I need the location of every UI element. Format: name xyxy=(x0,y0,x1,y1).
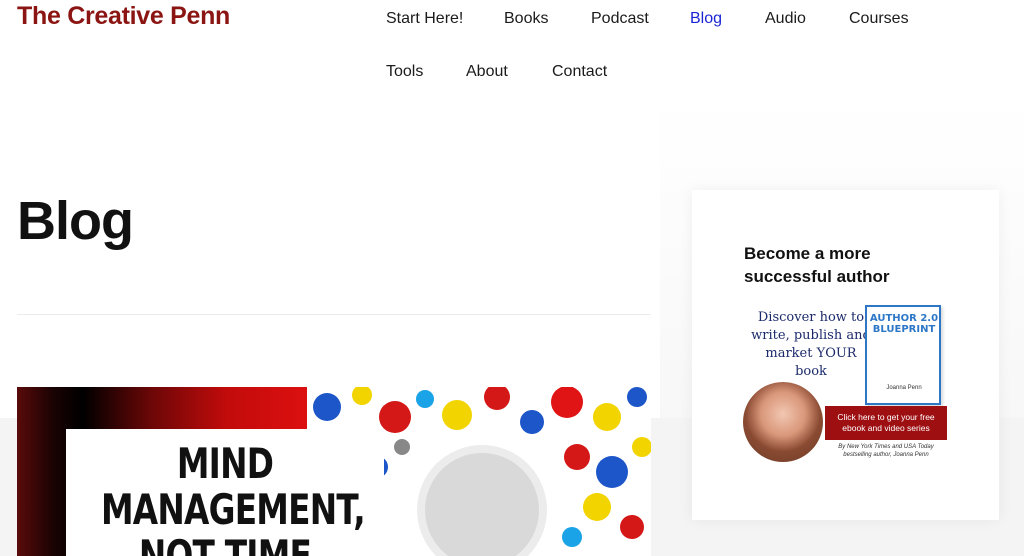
ad-byline: By New York Times and USA Today bestsell… xyxy=(838,444,934,458)
featured-post-image[interactable]: MIND MANAGEMENT, NOT TIME xyxy=(17,387,651,556)
nav-item-start-here[interactable]: Start Here! xyxy=(386,10,463,28)
title-divider xyxy=(17,314,651,315)
nav-item-audio[interactable]: Audio xyxy=(765,10,806,28)
nav-item-courses[interactable]: Courses xyxy=(849,10,909,28)
ad-cta-button[interactable]: Click here to get your free ebook and vi… xyxy=(825,406,947,440)
nav-item-podcast[interactable]: Podcast xyxy=(591,10,649,28)
book-author: Joanna Penn xyxy=(886,385,922,391)
sidebar-widget: Become a more successful author Discover… xyxy=(692,190,999,520)
author-avatar xyxy=(743,382,823,462)
nav-item-blog[interactable]: Blog xyxy=(690,10,722,28)
page-title: Blog xyxy=(17,191,134,251)
book-cover: AUTHOR 2.0 BLUEPRINT Joanna Penn xyxy=(865,305,941,405)
nav-item-books[interactable]: Books xyxy=(504,10,548,28)
nav-item-about[interactable]: About xyxy=(466,63,508,81)
author-blueprint-ad[interactable]: Discover how to write, publish and marke… xyxy=(743,305,947,463)
featured-image-text-line: MANAGEMENT, xyxy=(100,485,366,534)
nav-item-tools[interactable]: Tools xyxy=(386,63,423,81)
nav-item-contact[interactable]: Contact xyxy=(552,63,607,81)
site-title-link[interactable]: The Creative Penn xyxy=(17,2,230,31)
ad-headline: Discover how to write, publish and marke… xyxy=(751,310,871,379)
widget-title: Become a more successful author xyxy=(744,244,890,286)
featured-image-text-line: MIND xyxy=(176,439,274,488)
book-title: AUTHOR 2.0 BLUEPRINT xyxy=(869,313,939,335)
featured-image-text-line: NOT TIME xyxy=(138,531,312,556)
